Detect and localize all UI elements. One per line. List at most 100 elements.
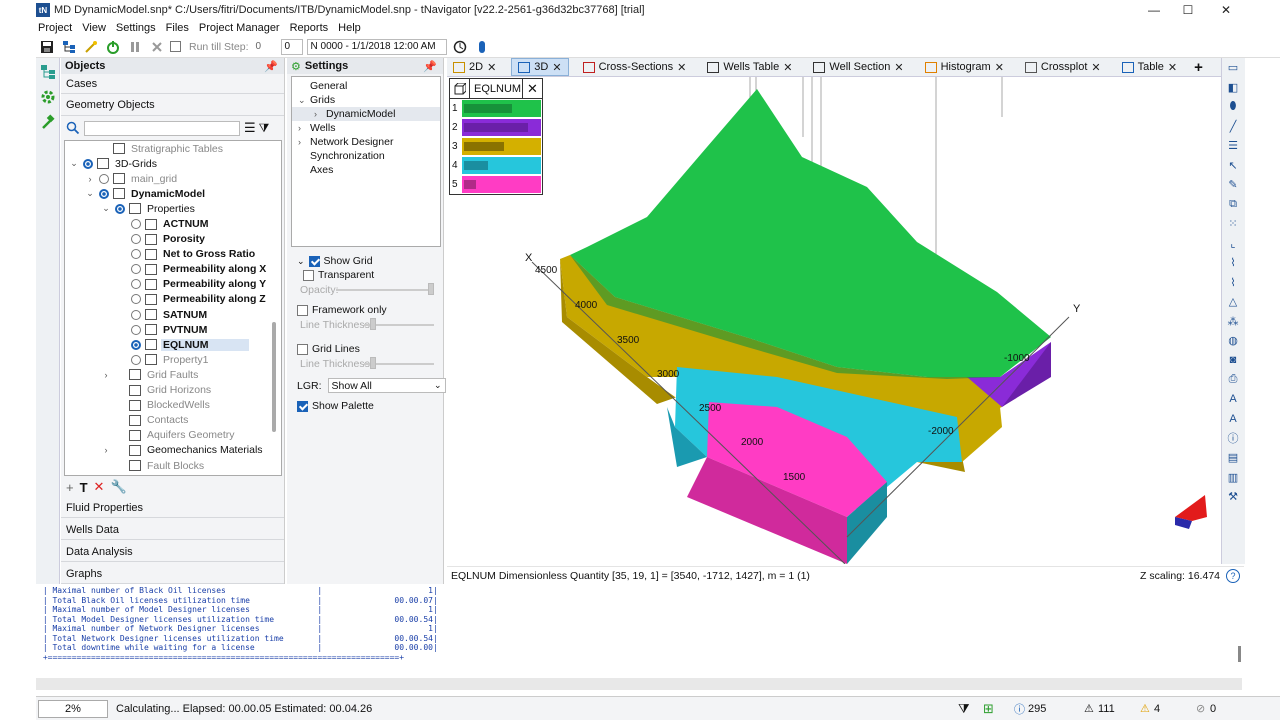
visibility-radio[interactable] (131, 249, 141, 260)
wells-chart-icon[interactable]: ⌇ (1222, 253, 1244, 273)
framework-only-row[interactable]: Framework only (297, 304, 387, 316)
tree-item[interactable]: › main_grid (65, 171, 281, 186)
frame-icon[interactable]: ⌞ (1222, 234, 1244, 254)
pause-icon[interactable] (126, 38, 144, 56)
info-icon[interactable]: ⓘ (1222, 429, 1244, 449)
tab-wt[interactable]: Wells Table ✕ (701, 58, 799, 76)
rename-icon[interactable]: T (80, 480, 88, 495)
dots-grid-icon[interactable]: ⁙ (1222, 214, 1244, 234)
chevron-right-icon[interactable]: › (314, 109, 317, 119)
ruler-icon[interactable]: ╱ (1222, 117, 1244, 137)
tree-icon[interactable] (60, 38, 78, 56)
info-count[interactable]: 295 (1028, 703, 1046, 715)
tools-icon[interactable]: ⚒ (1222, 487, 1244, 507)
add-tab-button[interactable]: + (1194, 59, 1203, 76)
list-icon[interactable]: ☰ (1222, 136, 1244, 156)
grid-lines-row[interactable]: Grid Lines (297, 343, 360, 355)
close-window-button[interactable]: ✕ (1208, 0, 1244, 20)
settings-pin-icon[interactable]: 📌 (423, 60, 437, 73)
flow-icon[interactable]: ⁂ (1222, 312, 1244, 332)
tab-ws[interactable]: Well Section ✕ (807, 58, 910, 76)
visibility-radio[interactable] (131, 294, 141, 305)
line-thickness-slider-knob-2[interactable] (370, 357, 376, 369)
tab-close-icon[interactable]: ✕ (552, 61, 561, 74)
tab-close-icon[interactable]: ✕ (995, 61, 1004, 74)
tree-item[interactable]: Property1 (65, 352, 281, 367)
section-fluid-properties[interactable]: Fluid Properties (61, 498, 284, 518)
visibility-radio[interactable] (131, 279, 141, 290)
section-wells-data[interactable]: Wells Data (61, 520, 284, 540)
cylinder-icon[interactable]: ⬮ (1222, 97, 1244, 117)
filter-status-icon[interactable]: ⧩ (958, 701, 970, 717)
visibility-radio[interactable] (131, 309, 141, 320)
printer-icon[interactable]: ⎙ (1222, 370, 1244, 390)
pick-icon[interactable]: ↖ (1222, 156, 1244, 176)
grid-lines-checkbox[interactable] (297, 343, 308, 355)
visibility-radio[interactable] (131, 324, 141, 335)
tab-2d[interactable]: 2D ✕ (447, 58, 503, 76)
tree-item[interactable]: Contacts (65, 413, 281, 428)
tree-item[interactable]: SATNUM (65, 307, 281, 322)
tree-item[interactable]: Net to Gross Ratio (65, 247, 281, 262)
settings-tree-item[interactable]: Axes (292, 163, 440, 177)
clock-icon[interactable] (451, 38, 469, 56)
wrench-icon[interactable]: 🔧 (110, 479, 126, 495)
show-palette-checkbox[interactable] (297, 400, 308, 412)
font-a-bold-icon[interactable]: A (1222, 409, 1244, 429)
filter-icon[interactable]: ⧩ (259, 121, 270, 136)
visibility-radio[interactable] (131, 219, 141, 230)
tab-tbl[interactable]: Table ✕ (1116, 58, 1185, 76)
menu-view[interactable]: View (82, 22, 106, 34)
tree-item[interactable]: BlockedWells (65, 398, 281, 413)
menu-settings[interactable]: Settings (116, 22, 156, 34)
tree-item[interactable]: ACTNUM (65, 216, 281, 231)
tab-close-icon[interactable]: ✕ (894, 61, 903, 74)
delete-icon[interactable]: ✕ (94, 479, 105, 495)
chevron-down-icon[interactable]: ⌄ (69, 158, 79, 169)
help-icon[interactable]: ? (1226, 568, 1240, 583)
framework-only-checkbox[interactable] (297, 304, 308, 316)
objects-tab-icon[interactable] (37, 61, 59, 83)
menu-project-manager[interactable]: Project Manager (199, 22, 280, 34)
stack-icon[interactable]: ⧉ (1222, 195, 1244, 215)
tree-item[interactable]: › Geomechanics Materials (65, 443, 281, 458)
tab-close-icon[interactable]: ✕ (487, 61, 496, 74)
log-horizontal-scrollbar[interactable] (36, 678, 1242, 690)
settings-tree-item[interactable]: › DynamicModel (292, 107, 440, 121)
hammer-icon[interactable] (37, 111, 59, 133)
sphere-icon[interactable]: ◍ (1222, 331, 1244, 351)
tree-item[interactable]: ⌄ Properties (65, 201, 281, 216)
tree-item[interactable]: Grid Horizons (65, 383, 281, 398)
menu-reports[interactable]: Reports (290, 22, 329, 34)
warning-count[interactable]: 4 (1154, 703, 1160, 715)
tree-item[interactable]: Fault Blocks (65, 458, 281, 473)
settings-tree-item[interactable]: General (292, 79, 440, 93)
tree-item[interactable]: Aquifers Geometry (65, 428, 281, 443)
cases-section[interactable]: Cases (61, 74, 284, 94)
save-icon[interactable] (38, 38, 56, 56)
chevron-right-icon[interactable]: › (101, 445, 111, 455)
chevron-down-icon[interactable]: ⌄ (101, 203, 111, 214)
chevron-right-icon[interactable]: › (298, 123, 301, 133)
settings-gear-icon[interactable] (37, 86, 59, 108)
tree-item[interactable]: Stratigraphic Tables (65, 141, 281, 156)
visibility-radio[interactable] (131, 339, 141, 350)
warning-user-count[interactable]: 111 (1098, 703, 1115, 715)
chevron-right-icon[interactable]: › (298, 137, 301, 147)
pin-icon[interactable]: 📌 (264, 60, 278, 73)
section-data-analysis[interactable]: Data Analysis (61, 542, 284, 562)
brush-icon[interactable]: ✎ (1222, 175, 1244, 195)
tree-item[interactable]: › Grid Faults (65, 367, 281, 382)
tab-close-icon[interactable]: ✕ (677, 61, 686, 74)
camera-icon[interactable]: ◙ (1222, 351, 1244, 371)
settings-tree-item[interactable]: Synchronization (292, 149, 440, 163)
visibility-radio[interactable] (115, 203, 125, 214)
visibility-radio[interactable] (83, 158, 93, 169)
chevron-right-icon[interactable]: › (85, 174, 95, 184)
log-scrollbar[interactable] (1238, 646, 1241, 662)
layers-icon[interactable]: ◧ (1222, 78, 1244, 98)
error-count[interactable]: 0 (1210, 703, 1216, 715)
section-graphs[interactable]: Graphs (61, 564, 284, 584)
show-grid-checkbox[interactable] (308, 255, 320, 267)
chevron-right-icon[interactable]: › (101, 370, 111, 380)
